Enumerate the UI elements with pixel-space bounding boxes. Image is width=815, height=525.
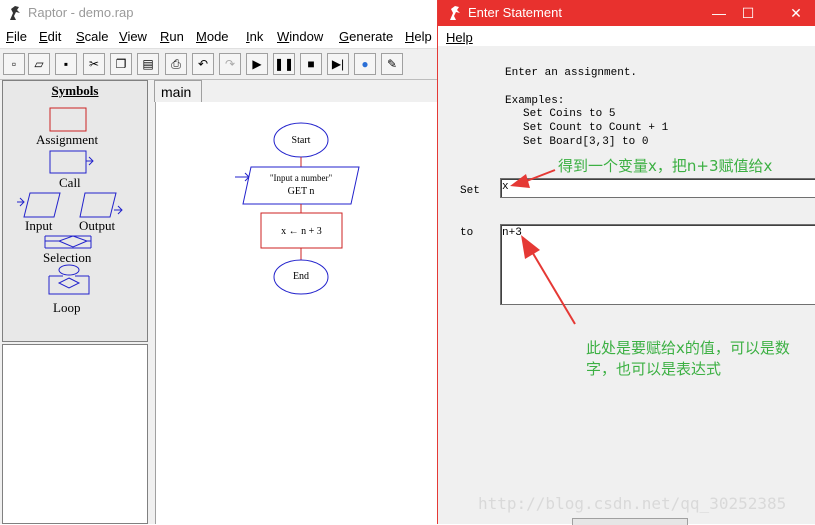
menu-help[interactable]: Help (405, 29, 432, 44)
cut-icon[interactable]: ✂ (83, 53, 105, 75)
annotation-arrows (510, 169, 576, 325)
step-icon[interactable]: ▶| (327, 53, 349, 75)
loop-symbol[interactable] (48, 264, 90, 295)
assignment-label: Assignment (36, 132, 99, 147)
menu-window[interactable]: Window (277, 29, 323, 44)
selection-symbol[interactable] (44, 235, 92, 249)
pen-icon[interactable]: ✎ (381, 53, 403, 75)
raptor-window-title: Raptor - demo.rap (28, 5, 134, 20)
loop-label: Loop (53, 300, 81, 315)
menu-scale[interactable]: Scale (76, 29, 109, 44)
print-icon[interactable]: ⎙ (165, 53, 187, 75)
flowchart (235, 122, 360, 295)
input-symbol[interactable] (17, 192, 61, 218)
menu-run[interactable]: Run (160, 29, 184, 44)
annotation-to: 此处是要赋给x的值，可以是数字，也可以是表达式 (586, 339, 790, 378)
menu-file[interactable]: File (6, 29, 27, 44)
watermark: http://blog.csdn.net/qq_30252385 (478, 494, 787, 513)
flowchart-canvas[interactable]: Start "Input a number" GET n x ← n + 3 E… (155, 102, 441, 524)
save-icon[interactable]: ▪ (55, 53, 77, 75)
paste-icon[interactable]: ▤ (137, 53, 159, 75)
menu-mode[interactable]: Mode (196, 29, 229, 44)
undo-icon[interactable]: ↶ (192, 53, 214, 75)
toolbar: ▫ ▱ ▪ ✂ ❐ ▤ ⎙ ↶ ↷ ▶ ❚❚ ■ ▶| ● ✎ (0, 49, 440, 80)
start-label: Start (291, 135, 311, 146)
assignment-symbol[interactable] (49, 107, 87, 132)
open-folder-icon[interactable]: ▱ (28, 53, 50, 75)
run-icon[interactable]: ▶ (246, 53, 268, 75)
pause-icon[interactable]: ❚❚ (273, 53, 295, 75)
raptor-window: Raptor - demo.rap File Edit Scale View R… (0, 0, 441, 524)
enter-statement-dialog: Enter Statement — ☐ ✕ Help Enter an assi… (437, 0, 815, 525)
stop-icon[interactable]: ■ (300, 53, 322, 75)
copy-icon[interactable]: ❐ (110, 53, 132, 75)
menu-edit[interactable]: Edit (39, 29, 61, 44)
raptor-menubar: File Edit Scale View Run Mode Ink Window… (0, 26, 440, 49)
input-prompt-label: "Input a number" (269, 173, 333, 183)
raptor-logo-icon (10, 6, 20, 20)
end-label: End (292, 271, 310, 282)
new-file-icon[interactable]: ▫ (3, 53, 25, 75)
input-label: Input (25, 218, 53, 233)
output-symbol[interactable] (79, 192, 123, 218)
annotation-set: 得到一个变量x，把n+3赋值给x (558, 157, 773, 175)
watch-panel (2, 344, 148, 524)
assign-label: x ← n + 3 (281, 226, 322, 237)
raptor-titlebar: Raptor - demo.rap (0, 0, 440, 26)
output-label: Output (79, 218, 116, 233)
call-symbol[interactable] (49, 150, 94, 174)
ink-globe-icon[interactable]: ● (354, 53, 376, 75)
symbols-panel: Symbols Assignment Call Input Output Sel… (2, 80, 148, 342)
menu-view[interactable]: View (119, 29, 147, 44)
menu-ink[interactable]: Ink (246, 29, 263, 44)
selection-label: Selection (43, 250, 92, 265)
tab-main[interactable]: main (154, 80, 202, 102)
redo-icon[interactable]: ↷ (219, 53, 241, 75)
call-label: Call (59, 175, 81, 190)
menu-generate[interactable]: Generate (339, 29, 393, 44)
arrow-to-expression-icon (521, 235, 576, 325)
arrow-to-set-icon (510, 169, 556, 188)
input-var-label: GET n (287, 186, 315, 197)
